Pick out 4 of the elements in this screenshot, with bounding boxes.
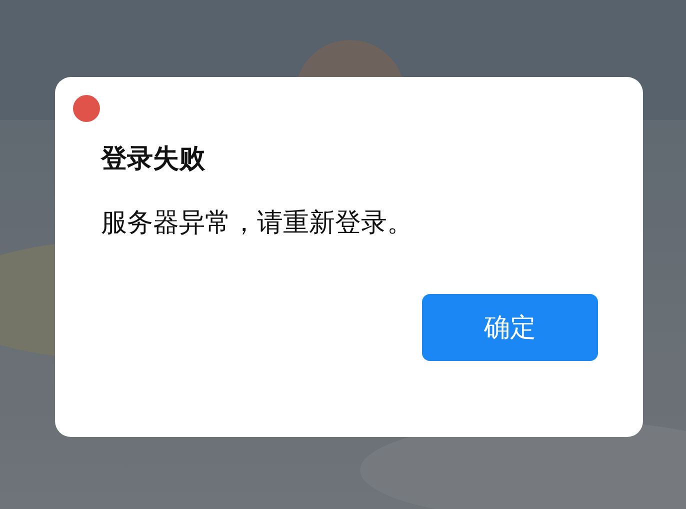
dialog-title: 登录失败: [101, 142, 206, 175]
confirm-button[interactable]: 确定: [422, 294, 598, 361]
close-button[interactable]: [73, 95, 100, 122]
dialog-message: 服务器异常，请重新登录。: [101, 206, 414, 239]
